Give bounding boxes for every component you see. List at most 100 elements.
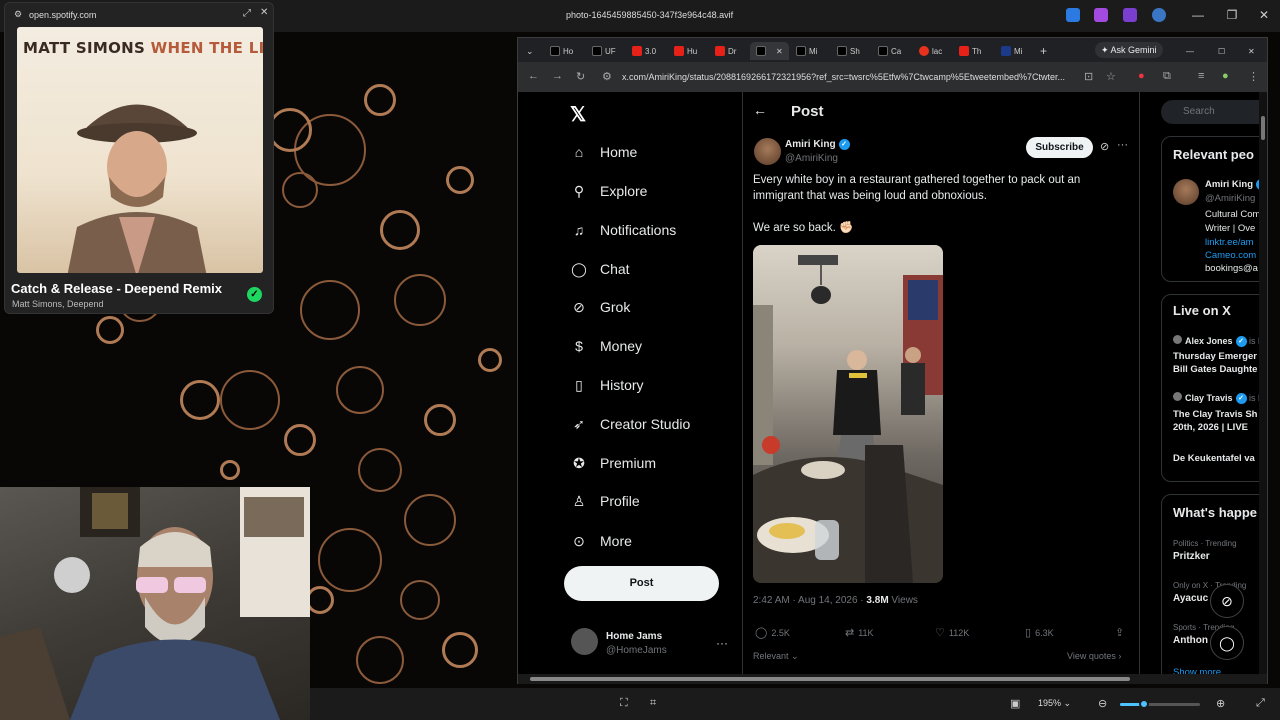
minimize-icon[interactable]: — [1186,42,1194,60]
tab[interactable]: UF [592,42,616,60]
cloud-icon[interactable] [1152,8,1166,22]
tab[interactable]: lac [919,42,942,60]
close-icon[interactable]: ✕ [260,7,268,18]
menu-icon[interactable]: ⋮ [1248,70,1259,83]
zoom-out-icon[interactable]: ⊖ [1098,697,1107,710]
minimize-icon[interactable]: — [1188,8,1208,22]
new-tab-button[interactable]: + [1040,42,1047,60]
more-icon[interactable]: ··· [1117,139,1128,151]
nav-history[interactable]: ▯ History [570,370,643,400]
search-input[interactable]: Search [1161,100,1267,124]
grok-icon[interactable]: ⊘ [1100,140,1109,153]
grok-fab-icon[interactable]: ⊘ [1210,584,1244,618]
zoom-slider-knob[interactable] [1139,699,1149,709]
trend-name[interactable]: Anthon [1173,635,1208,646]
vertical-scrollbar[interactable] [1259,92,1267,676]
live-title[interactable]: Thursday Emerger [1173,351,1257,362]
tab[interactable]: Th [959,42,981,60]
reply-sort-dropdown[interactable]: Relevant ⌄ [753,651,799,662]
reply-button[interactable]: ◯ 2.5K [755,626,790,639]
app-icon[interactable] [1066,8,1080,22]
relevant-link[interactable]: linktr.ee/am [1205,237,1254,248]
tab-active[interactable]: ✕ [750,42,789,60]
relevant-link[interactable]: Cameo.com [1205,250,1256,261]
forward-icon[interactable]: → [552,70,563,82]
close-tab-icon[interactable]: ✕ [776,47,783,56]
app-icon[interactable] [1094,8,1108,22]
zoom-level[interactable]: 195% ⌄ [1038,698,1071,709]
close-icon[interactable]: ✕ [1248,42,1255,60]
settings-icon[interactable]: ⚙ [14,9,22,20]
relevant-name[interactable]: Amiri King✓ [1205,179,1267,190]
zoom-slider[interactable] [1120,699,1200,709]
adblock-icon[interactable]: ● [1138,70,1145,82]
tab[interactable]: Dr [715,42,736,60]
tab[interactable]: Mi [796,42,817,60]
account-avatar[interactable] [571,628,598,655]
aspect-icon[interactable]: ▣ [1010,697,1020,710]
expand-icon[interactable]: ⤢ [243,8,251,19]
trend-name[interactable]: Ayacuc [1173,593,1208,604]
live-title[interactable]: 20th, 2026 | LIVE [1173,422,1248,433]
scroll-thumb[interactable] [1261,116,1265,140]
app-icon[interactable] [1123,8,1137,22]
reload-icon[interactable]: ↻ [576,70,585,83]
site-info-icon[interactable]: ⚙ [602,70,612,83]
author-avatar[interactable] [754,138,781,165]
url-field[interactable]: x.com/AmiriKing/status/20881692661723219… [622,69,1102,86]
spotify-miniplayer[interactable]: ⚙ open.spotify.com ⤢ ✕ MATT SIMONS WHEN … [4,2,274,314]
subscribe-button[interactable]: Subscribe [1026,137,1093,158]
scan-icon[interactable]: ⌗ [650,697,656,710]
scroll-thumb[interactable] [530,677,1130,681]
tab[interactable]: Hu [674,42,697,60]
horizontal-scrollbar[interactable] [518,674,1267,684]
tab-list-button[interactable]: ⌄ [526,42,534,60]
share-button[interactable]: ⇪ [1115,626,1124,639]
nav-grok[interactable]: ⊘ Grok [570,292,630,322]
fullscreen-icon[interactable]: ⤢ [1256,697,1265,710]
maximize-icon[interactable]: ❐ [1222,8,1242,22]
nav-premium[interactable]: ✪ Premium [570,448,656,478]
repost-button[interactable]: ⇄ 11K [845,626,874,639]
extensions-icon[interactable]: ⧉ [1163,70,1171,83]
trend-name[interactable]: Pritzker [1173,551,1210,562]
ask-gemini-button[interactable]: ✦ Ask Gemini [1095,42,1163,58]
live-title[interactable]: Bill Gates Daughte [1173,364,1257,375]
tab-search-icon[interactable]: ≡ [1198,70,1204,82]
nav-home[interactable]: ⌂ Home [570,137,638,167]
post-button[interactable]: Post [564,566,719,601]
saved-check-icon[interactable]: ✓ [247,287,262,302]
nav-creator-studio[interactable]: ➶ Creator Studio [570,409,690,439]
author-name[interactable]: Amiri King ✓ [785,139,850,150]
tab[interactable]: Sh [837,42,860,60]
more-icon[interactable]: ··· [716,636,728,650]
post-video[interactable] [753,245,943,583]
author-handle[interactable]: @AmiriKing [785,153,838,164]
nav-profile[interactable]: ♙ Profile [570,486,640,516]
tab[interactable]: 3.0 [632,42,656,60]
browser-window[interactable]: ⌄ Ho UF 3.0 Hu Dr ✕ Mi Sh Ca lac Th Mi +… [517,37,1268,684]
tab[interactable]: Mi [1001,42,1022,60]
tab[interactable]: Ho [550,42,573,60]
bookmark-star-icon[interactable]: ☆ [1106,70,1116,83]
live-title[interactable]: De Keukentafel va [1173,453,1255,464]
nav-notifications[interactable]: ♫ Notifications [570,215,677,245]
x-logo-icon[interactable]: 𝕏 [570,102,586,127]
live-host[interactable]: Clay Travis ✓ is h [1173,392,1263,405]
relevant-avatar[interactable] [1173,179,1199,205]
back-icon[interactable]: ← [528,70,539,82]
chat-fab-icon[interactable]: ◯ [1210,626,1244,660]
nav-money[interactable]: $ Money [570,331,642,361]
zoom-in-icon[interactable]: ⊕ [1216,697,1225,710]
live-host[interactable]: Alex Jones ✓ is h [1173,335,1263,348]
profile-avatar-icon[interactable]: ● [1222,70,1229,82]
view-quotes-link[interactable]: View quotes › [1067,651,1121,661]
like-button[interactable]: ♡ 112K [935,626,969,639]
nav-chat[interactable]: ◯ Chat [570,254,629,284]
nav-more[interactable]: ⊙ More [570,526,632,556]
fit-icon[interactable]: ⛶ [620,697,628,710]
bookmark-button[interactable]: ▯ 6.3K [1025,626,1054,639]
close-icon[interactable]: ✕ [1254,8,1274,22]
live-title[interactable]: The Clay Travis Sh [1173,409,1257,420]
install-icon[interactable]: ⊡ [1084,70,1093,83]
